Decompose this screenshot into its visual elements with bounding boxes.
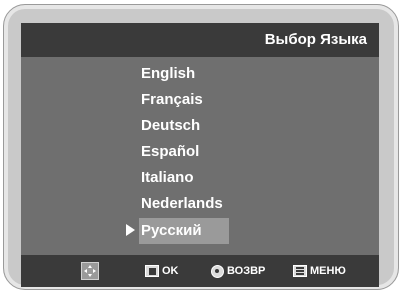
language-item-russian[interactable]: Русский: [139, 218, 229, 244]
language-item-francais[interactable]: Français: [139, 87, 229, 113]
menu-icon: [293, 265, 307, 277]
menu-label: МЕНЮ: [310, 265, 346, 277]
page-title: Выбор Языка: [264, 31, 367, 48]
back-label: ВОЗВР: [227, 265, 266, 277]
title-bar: Выбор Языка: [21, 23, 379, 57]
language-item-deutsch[interactable]: Deutsch: [139, 113, 229, 139]
osd-screen: Выбор Языка English Français Deutsch Esp…: [21, 23, 379, 287]
ok-label: OK: [162, 265, 179, 277]
enter-icon: [145, 265, 159, 277]
footer-bar: OK ВОЗВР МЕНЮ: [21, 255, 379, 287]
language-item-italiano[interactable]: Italiano: [139, 165, 229, 191]
back-hint[interactable]: ВОЗВР: [211, 255, 265, 287]
return-icon: [211, 264, 224, 278]
ok-hint[interactable]: OK: [145, 255, 179, 287]
selection-arrow-icon: [126, 224, 135, 236]
language-item-english[interactable]: English: [139, 61, 229, 87]
nav-hint: [81, 255, 99, 287]
language-item-nederlands[interactable]: Nederlands: [139, 191, 229, 217]
menu-hint[interactable]: МЕНЮ: [293, 255, 346, 287]
language-item-espanol[interactable]: Español: [139, 139, 229, 165]
dpad-icon: [81, 262, 99, 280]
